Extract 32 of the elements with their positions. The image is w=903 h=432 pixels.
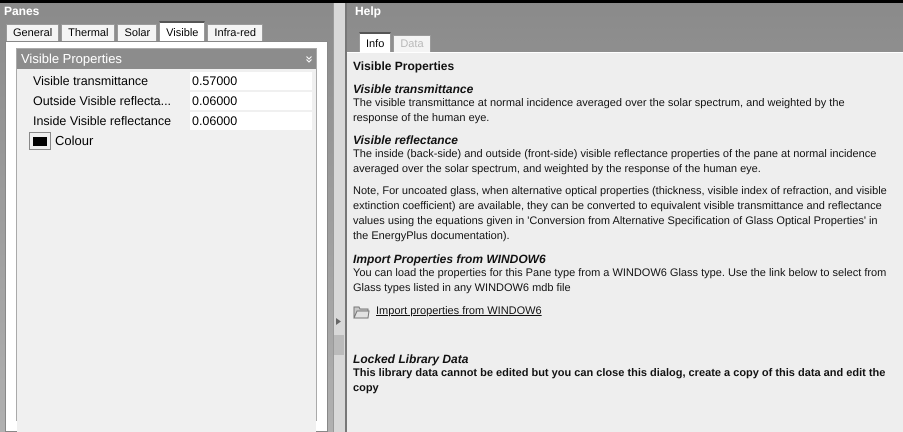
field-label: Visible transmittance (32, 72, 150, 90)
section-title: Visible Properties (21, 50, 122, 68)
tab[interactable]: Infra-red (207, 24, 263, 41)
tab[interactable]: Info (359, 32, 392, 52)
note-paragraph: Note, For uncoated glass, when alternative optical properties (thickness, visible index of refraction, and visible extinction coefficient) are available, they can be converted to equivalent visible transmittance and reflectance values using the equations given in 'Conversion from Alternative Specification of Glass Optical Properties' in the EnergyPlus documentation). (353, 184, 888, 244)
panel-title: Help (354, 3, 382, 20)
help-title: Visible Properties (353, 58, 456, 75)
section-heading: Visible reflectance (353, 133, 459, 147)
section-heading: Import Properties from WINDOW6 (353, 252, 547, 266)
value-field[interactable]: 0.06000 (190, 112, 312, 130)
folder-icon (353, 304, 370, 319)
scroll-thumb[interactable] (334, 335, 344, 355)
locked-text: This library data cannot be edited but you can close this dialog, create a copy of this data and edit the copy (353, 366, 886, 396)
section-text: The visible transmittance at normal incidence averaged over the solar spectrum, and weighted by the response of the human eye. (353, 96, 846, 126)
section-text: You can load the properties for this Pane type from a WINDOW6 Glass type. Use the link below to select from Glass types listed in any WINDOW6 mdb file (353, 266, 888, 296)
section-text: The inside (back-side) and outside (front-side) visible reflectance properties of the pane at normal incidence averaged over the solar spectrum, and weighted by the response of the human eye. (353, 147, 878, 177)
field-label: Inside Visible reflectance (32, 112, 172, 130)
splitter-arrow-icon[interactable] (336, 318, 341, 325)
value-field[interactable]: 0.06000 (190, 92, 312, 110)
collapse-icon (306, 56, 312, 62)
tab[interactable]: General (6, 24, 60, 41)
colour-label: Colour (55, 132, 94, 150)
colour-swatch-button[interactable] (29, 132, 51, 150)
tab[interactable]: Thermal (61, 24, 116, 41)
panel-title: Panes (3, 3, 40, 20)
import-link[interactable]: Import properties from WINDOW6 (376, 303, 542, 320)
section-heading: Visible transmittance (353, 82, 474, 96)
field-label: Outside Visible reflecta... (32, 92, 172, 110)
section-heading: Locked Library Data (353, 352, 470, 366)
tab[interactable]: Solar (117, 24, 158, 41)
tab[interactable]: Visible (159, 21, 206, 41)
value-field[interactable]: 0.57000 (190, 72, 312, 90)
